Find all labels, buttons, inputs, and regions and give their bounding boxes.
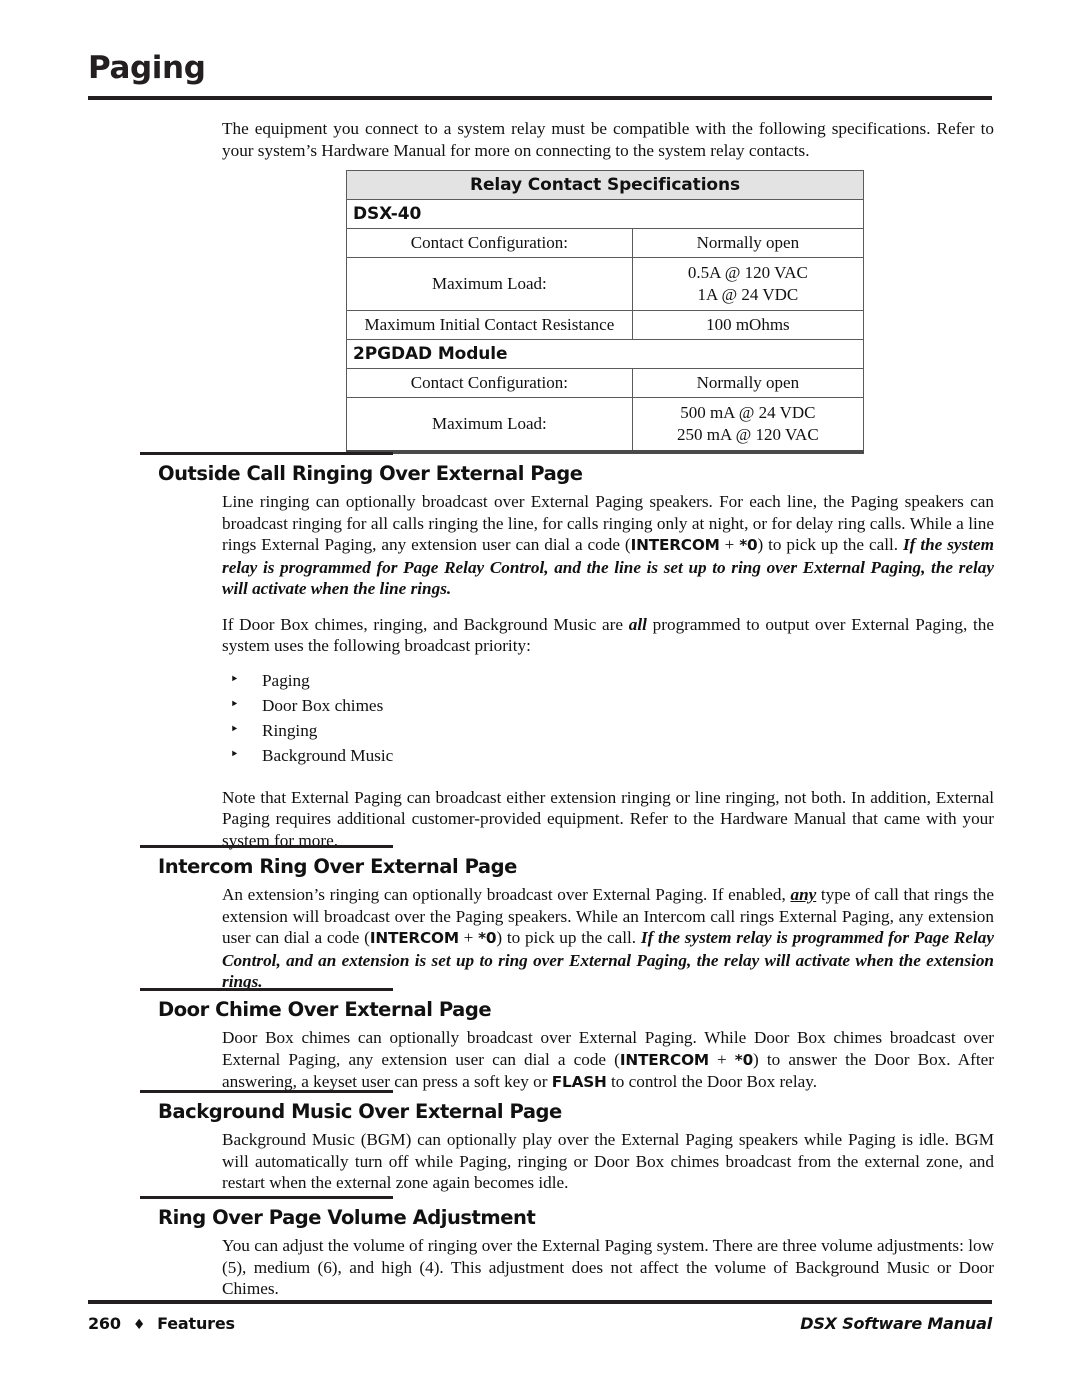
table-row: Contact Configuration: Normally open xyxy=(346,228,865,258)
keyword-intercom: INTERCOM xyxy=(369,929,459,947)
list-item: ‣ Background Music xyxy=(222,743,994,768)
text-run: + xyxy=(708,1049,735,1069)
section-heading: Background Music Over External Page xyxy=(158,1100,562,1123)
keyword-intercom: INTERCOM xyxy=(630,536,720,554)
text-run: ) to pick up the call. xyxy=(496,928,641,947)
row-value: 500 mA @ 24 VDC 250 mA @ 120 VAC xyxy=(631,397,865,453)
section-door-chime: Door Chime Over External Page Door Box c… xyxy=(140,988,994,1094)
section-rule xyxy=(140,1090,393,1093)
section-body: Line ringing can optionally broadcast ov… xyxy=(222,491,994,851)
section-rule xyxy=(140,452,393,455)
row-label: Maximum Load: xyxy=(346,397,633,453)
section-paragraph: An extension’s ringing can optionally br… xyxy=(222,884,994,993)
section-heading: Door Chime Over External Page xyxy=(158,998,492,1021)
section-paragraph: Door Box chimes can optionally broadcast… xyxy=(222,1027,994,1094)
table-row: Contact Configuration: Normally open xyxy=(346,368,865,398)
bullet-arrow-icon: ‣ xyxy=(230,744,239,763)
row-value: 0.5A @ 120 VAC 1A @ 24 VDC xyxy=(631,257,865,311)
section-body: Background Music (BGM) can optionally pl… xyxy=(222,1129,994,1194)
section-paragraph: If Door Box chimes, ringing, and Backgro… xyxy=(222,614,994,657)
row-value: Normally open xyxy=(631,368,865,398)
keyword-intercom: INTERCOM xyxy=(619,1050,709,1069)
emphasis-underline-run: any xyxy=(790,885,817,904)
section-heading: Ring Over Page Volume Adjustment xyxy=(158,1206,536,1229)
section-body: An extension’s ringing can optionally br… xyxy=(222,884,994,993)
page-number: 260 xyxy=(88,1314,121,1333)
relay-contact-specifications-table: Relay Contact Specifications DSX-40 Cont… xyxy=(346,170,865,454)
page-title: Paging xyxy=(88,50,206,86)
row-value: 100 mOhms xyxy=(631,310,865,340)
section-rule xyxy=(140,845,393,848)
text-run: + xyxy=(719,535,740,554)
row-label: Contact Configuration: xyxy=(346,228,633,258)
section-heading: Outside Call Ringing Over External Page xyxy=(158,462,583,485)
row-value-line: 250 mA @ 120 VAC xyxy=(677,425,819,444)
emphasis-run: all xyxy=(628,614,647,634)
section-paragraph: Note that External Paging can broadcast … xyxy=(222,787,994,850)
table-row: Maximum Initial Contact Resistance 100 m… xyxy=(346,310,865,340)
section-background-music: Background Music Over External Page Back… xyxy=(140,1090,994,1194)
text-run: ) to pick up the call. xyxy=(757,535,903,554)
intro-block: The equipment you connect to a system re… xyxy=(222,118,994,161)
section-heading: Intercom Ring Over External Page xyxy=(158,855,517,878)
section-paragraph: Background Music (BGM) can optionally pl… xyxy=(222,1130,994,1192)
footer-rule xyxy=(88,1300,992,1304)
section-rule xyxy=(140,1196,393,1199)
keyword-star-zero: *0 xyxy=(734,1050,754,1069)
section-intercom-ring: Intercom Ring Over External Page An exte… xyxy=(140,845,994,993)
keyword-flash: FLASH xyxy=(551,1073,607,1091)
table-group-header-row: DSX-40 xyxy=(346,199,864,229)
footer-section-label: Features xyxy=(157,1314,235,1333)
spec-table: Relay Contact Specifications DSX-40 Cont… xyxy=(346,170,865,454)
section-rule xyxy=(140,988,393,991)
table-row: Maximum Load: 0.5A @ 120 VAC 1A @ 24 VDC xyxy=(346,257,865,311)
list-item: ‣ Door Box chimes xyxy=(222,693,994,718)
bullet-arrow-icon: ‣ xyxy=(230,719,239,738)
section-outside-call-ringing: Outside Call Ringing Over External Page … xyxy=(140,452,994,851)
keyword-star-zero: *0 xyxy=(739,536,758,554)
table-row: Maximum Load: 500 mA @ 24 VDC 250 mA @ 1… xyxy=(346,397,865,453)
keyword-star-zero: *0 xyxy=(478,929,497,947)
row-value-line: 0.5A @ 120 VAC xyxy=(687,263,808,282)
row-label: Contact Configuration: xyxy=(346,368,633,398)
diamond-icon: ♦ xyxy=(132,1317,146,1333)
broadcast-priority-list: ‣ Paging ‣ Door Box chimes ‣ Ringing ‣ Backg… xyxy=(222,668,994,768)
text-run: An extension’s ringing can optionally br… xyxy=(222,885,791,904)
section-paragraph: You can adjust the volume of ringing ove… xyxy=(222,1236,994,1298)
bullet-arrow-icon: ‣ xyxy=(230,669,239,688)
row-label: Maximum Initial Contact Resistance xyxy=(346,310,633,340)
text-run: + xyxy=(458,928,479,947)
list-item-label: Background Music xyxy=(262,745,394,765)
row-value-line: 500 mA @ 24 VDC xyxy=(680,403,816,422)
title-rule xyxy=(88,96,992,100)
section-body: You can adjust the volume of ringing ove… xyxy=(222,1235,994,1300)
group-name-dsx40: DSX-40 xyxy=(346,199,864,229)
intro-paragraph: The equipment you connect to a system re… xyxy=(222,119,994,160)
section-paragraph: Line ringing can optionally broadcast ov… xyxy=(222,491,994,600)
list-item-label: Ringing xyxy=(262,720,318,740)
text-run: to control the Door Box relay. xyxy=(606,1072,817,1091)
page-footer: 260 ♦ Features DSX Software Manual xyxy=(88,1314,992,1340)
footer-manual-title: DSX Software Manual xyxy=(800,1314,992,1333)
table-group-header-row: 2PGDAD Module xyxy=(346,339,864,369)
list-item: ‣ Ringing xyxy=(222,718,994,743)
section-ring-over-page-volume: Ring Over Page Volume Adjustment You can… xyxy=(140,1196,994,1300)
table-caption-row: Relay Contact Specifications xyxy=(346,170,864,200)
list-item: ‣ Paging xyxy=(222,668,994,693)
row-value: Normally open xyxy=(631,228,865,258)
group-name-2pgdad: 2PGDAD Module xyxy=(346,339,864,369)
row-value-line: 1A @ 24 VDC xyxy=(697,285,799,304)
list-item-label: Paging xyxy=(262,670,310,690)
section-body: Door Box chimes can optionally broadcast… xyxy=(222,1027,994,1094)
text-run: If Door Box chimes, ringing, and Backgro… xyxy=(222,614,629,634)
table-caption: Relay Contact Specifications xyxy=(346,170,864,200)
bullet-arrow-icon: ‣ xyxy=(230,694,239,713)
footer-left: 260 ♦ Features xyxy=(88,1314,235,1333)
row-label: Maximum Load: xyxy=(346,257,633,311)
list-item-label: Door Box chimes xyxy=(262,695,384,715)
document-page: Paging The equipment you connect to a sy… xyxy=(0,0,1080,1397)
